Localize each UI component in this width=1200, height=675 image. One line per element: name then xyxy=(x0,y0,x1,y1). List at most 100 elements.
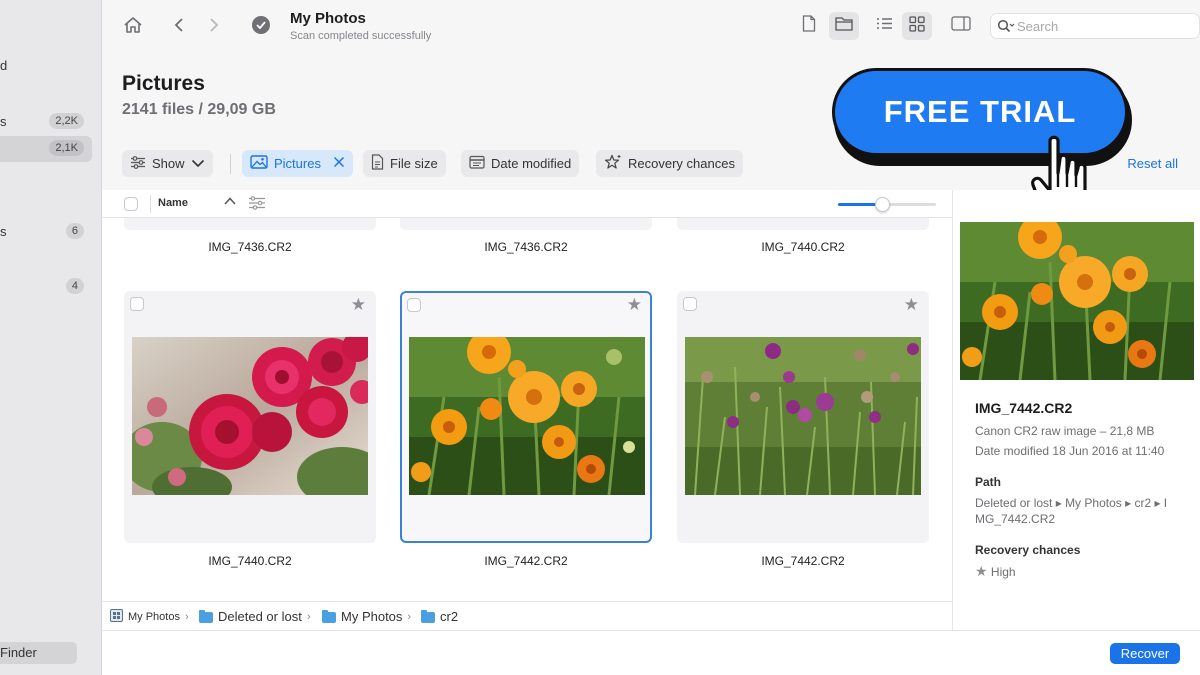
photo-thumbnail-thistle xyxy=(685,337,921,495)
divider xyxy=(230,154,231,174)
detail-path-line: Deleted or lost ▸ My Photos ▸ cr2 ▸ I xyxy=(975,496,1168,510)
sidebar-item[interactable]: s 2,2K xyxy=(0,109,92,135)
file-name-label: IMG_7440.CR2 xyxy=(761,240,845,254)
window-title: My Photos xyxy=(290,10,366,27)
recovery-chances-label: Recovery chances xyxy=(628,156,735,171)
star-icon[interactable]: ★ xyxy=(351,295,366,315)
file-size-filter[interactable]: File size xyxy=(363,150,446,177)
star-icon[interactable]: ★ xyxy=(904,295,919,315)
detail-file-name: IMG_7442.CR2 xyxy=(975,400,1073,416)
sidebar-toggle-icon xyxy=(951,16,971,36)
zoom-slider-knob[interactable] xyxy=(875,197,891,212)
star-icon: ★ xyxy=(975,563,988,579)
sidebar-text-fragment: d xyxy=(0,58,8,73)
column-header: Name xyxy=(102,190,952,218)
sidebar-item[interactable]: s 6 xyxy=(0,219,92,245)
bottom-bar: Recover xyxy=(102,630,1200,675)
file-name-label: IMG_7442.CR2 xyxy=(761,554,845,568)
file-size-label: File size xyxy=(390,156,438,171)
document-icon xyxy=(371,154,384,173)
sidebar-item[interactable]: 4 xyxy=(0,274,92,300)
folder-view-button[interactable] xyxy=(829,12,859,40)
file-name-label: IMG_7440.CR2 xyxy=(208,554,292,568)
breadcrumb-label: My Photos xyxy=(128,611,180,623)
folder-icon xyxy=(421,610,435,623)
file-card-selected[interactable]: ★ xyxy=(400,291,652,543)
image-icon xyxy=(250,155,268,172)
search-icon xyxy=(997,19,1015,38)
name-column-header[interactable]: Name xyxy=(158,197,188,209)
file-card-partial[interactable] xyxy=(677,218,929,230)
toolbar: My Photos Scan completed successfully Se… xyxy=(102,0,1200,54)
detail-path-heading: Path xyxy=(975,475,1002,489)
divider xyxy=(150,195,151,213)
column-settings-icon[interactable] xyxy=(248,196,266,215)
close-icon[interactable] xyxy=(333,156,345,171)
sidebar-text-fragment: s xyxy=(0,224,7,239)
file-name-label: IMG_7436.CR2 xyxy=(208,240,292,254)
photo-thumbnail-roses xyxy=(132,337,368,495)
file-checkbox[interactable] xyxy=(683,297,697,311)
detail-path-line: MG_7442.CR2 xyxy=(975,512,1056,526)
file-card[interactable]: ★ xyxy=(677,291,929,543)
file-checkbox[interactable] xyxy=(407,298,421,312)
file-card-partial[interactable] xyxy=(400,218,652,230)
detail-recovery-heading: Recovery chances xyxy=(975,543,1081,557)
check-circle-icon xyxy=(252,16,270,34)
file-name-label: IMG_7436.CR2 xyxy=(484,240,568,254)
pictures-filter-chip[interactable]: Pictures xyxy=(242,150,353,177)
folder-icon xyxy=(322,610,336,623)
show-label: Show xyxy=(152,156,185,171)
select-all-checkbox[interactable] xyxy=(124,197,138,211)
count-badge: 4 xyxy=(65,278,84,294)
zoom-slider[interactable] xyxy=(838,197,936,212)
sparkle-star-icon xyxy=(604,154,622,173)
sort-chevron-icon[interactable] xyxy=(224,196,236,208)
back-icon[interactable] xyxy=(168,14,190,36)
detail-type-size: Canon CR2 raw image – 21,8 MB xyxy=(975,424,1155,438)
details-panel: IMG_7442.CR2 Canon CR2 raw image – 21,8 … xyxy=(952,190,1200,630)
finder-button[interactable]: Finder xyxy=(0,642,77,664)
recovery-chances-filter[interactable]: Recovery chances xyxy=(596,150,743,177)
breadcrumb-separator: › xyxy=(407,610,412,623)
breadcrumb-item[interactable]: cr2 xyxy=(421,609,458,624)
sidebar: d s 2,2K 2,1K s 6 4 Finder xyxy=(0,0,102,675)
folder-icon xyxy=(835,16,853,36)
sidebar-text-fragment: s xyxy=(0,114,7,129)
breadcrumb: My Photos › Deleted or lost › My Photos … xyxy=(102,601,952,630)
forward-icon[interactable] xyxy=(203,14,225,36)
detail-date-label: Date modified xyxy=(975,444,1050,458)
file-card-partial[interactable] xyxy=(124,218,376,230)
file-grid: IMG_7436.CR2 IMG_7436.CR2 IMG_7440.CR2 ★ xyxy=(102,218,952,601)
breadcrumb-label: Deleted or lost xyxy=(218,609,302,624)
breadcrumb-item[interactable]: My Photos › xyxy=(110,609,189,625)
grid-view-button[interactable] xyxy=(902,12,932,40)
breadcrumb-separator: › xyxy=(306,610,311,623)
file-card[interactable]: ★ xyxy=(124,291,376,543)
search-input[interactable]: Search xyxy=(990,13,1200,39)
date-modified-filter[interactable]: Date modified xyxy=(461,150,580,177)
count-badge: 2,2K xyxy=(49,113,84,129)
sidebar-toggle-button[interactable] xyxy=(946,12,976,40)
list-view-button[interactable] xyxy=(869,12,899,40)
breadcrumb-item[interactable]: Deleted or lost › xyxy=(199,609,311,624)
grid-view-icon xyxy=(909,15,925,37)
reset-all-link[interactable]: Reset all xyxy=(1127,156,1178,171)
breadcrumb-item[interactable]: My Photos › xyxy=(322,609,411,624)
file-name-label: IMG_7442.CR2 xyxy=(484,554,568,568)
file-view-button[interactable] xyxy=(794,12,824,40)
file-checkbox[interactable] xyxy=(130,297,144,311)
breadcrumb-label: My Photos xyxy=(341,609,403,624)
file-stats: 2141 files / 29,09 GB xyxy=(122,101,276,118)
home-icon[interactable] xyxy=(122,14,144,36)
detail-recovery-row: ★ High xyxy=(975,563,1016,580)
show-dropdown[interactable]: Show xyxy=(122,150,213,177)
sidebar-item-selected[interactable]: 2,1K xyxy=(0,136,92,162)
star-icon[interactable]: ★ xyxy=(627,295,642,315)
count-badge: 2,1K xyxy=(49,140,84,156)
folder-icon xyxy=(199,610,213,623)
detail-date-value: 18 Jun 2016 at 11:40 xyxy=(1052,444,1165,458)
recover-button[interactable]: Recover xyxy=(1110,643,1180,664)
pictures-filter-label: Pictures xyxy=(274,156,321,171)
search-placeholder: Search xyxy=(1017,19,1059,34)
